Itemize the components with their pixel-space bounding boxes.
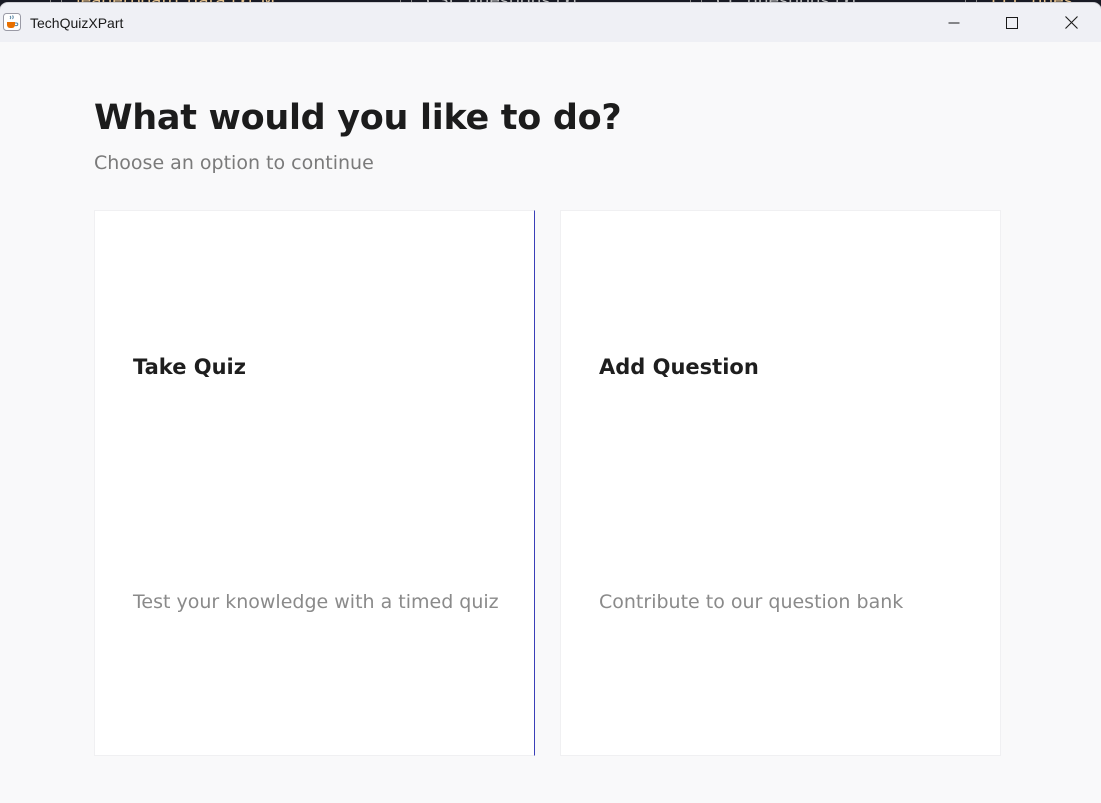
maximize-button[interactable] <box>983 3 1041 42</box>
minimize-button[interactable] <box>925 3 983 42</box>
minimize-icon <box>948 22 960 23</box>
window-title: TechQuizXPart <box>30 15 124 31</box>
java-cup-icon <box>3 13 21 31</box>
add-question-title: Add Question <box>599 355 759 379</box>
add-question-card[interactable]: Add Question Contribute to our question … <box>560 210 1001 756</box>
take-quiz-card[interactable]: Take Quiz Test your knowledge with a tim… <box>94 210 535 756</box>
take-quiz-description: Test your knowledge with a timed quiz <box>133 591 499 613</box>
app-window: TechQuizXPart What would you like to do?… <box>0 3 1101 803</box>
close-icon <box>1064 16 1078 29</box>
main-content: What would you like to do? Choose an opt… <box>0 42 1101 803</box>
close-button[interactable] <box>1042 3 1100 42</box>
maximize-icon <box>1006 16 1018 29</box>
page-subtitle: Choose an option to continue <box>94 152 374 174</box>
take-quiz-title: Take Quiz <box>133 355 246 379</box>
add-question-description: Contribute to our question bank <box>599 591 904 613</box>
page-title: What would you like to do? <box>94 98 622 138</box>
title-bar[interactable]: TechQuizXPart <box>0 3 1101 42</box>
